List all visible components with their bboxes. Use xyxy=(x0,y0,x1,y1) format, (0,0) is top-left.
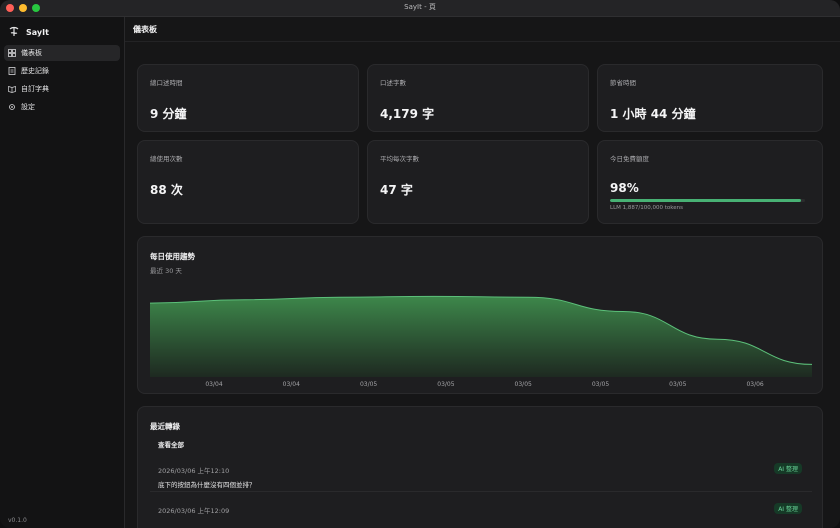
stat-label: 節省時間 xyxy=(610,79,636,87)
stat-label: 口述字數 xyxy=(380,79,406,87)
sidebar-nav: 儀表板 歷史記錄 自訂字典 設定 xyxy=(4,45,120,117)
x-tick-label: 03/06 xyxy=(746,381,763,387)
chart-title: 每日使用趨勢 xyxy=(150,252,195,261)
x-tick-label: 03/05 xyxy=(669,381,686,387)
titlebar: SayIt - 頁 xyxy=(0,0,840,17)
transcription-text: 底下的按鈕為什麼沒有四個並排？ xyxy=(158,481,256,489)
stat-value: 1 小時 44 分鐘 xyxy=(610,107,696,121)
view-all-link[interactable]: 查看全部 xyxy=(158,439,184,449)
ai-badge: AI 整理 xyxy=(774,503,802,514)
app-version: v0.1.0 xyxy=(8,517,27,524)
chart-area xyxy=(150,296,812,377)
ai-badge: AI 整理 xyxy=(774,463,802,474)
sidebar-item-label: 歷史記錄 xyxy=(21,67,49,75)
quota-caption: LLM 1,887/100,000 tokens xyxy=(610,205,683,211)
daily-usage-chart-card: 每日使用趨勢 最近 30 天 03/04 03/04 03/05 03/05 03/05… xyxy=(137,236,823,394)
dashboard-icon xyxy=(8,49,16,57)
stat-value: 9 分鐘 xyxy=(150,107,187,121)
quota-progress-bar xyxy=(610,199,805,202)
stat-card-usage-count: 總使用次數 88 次 xyxy=(137,140,359,224)
transcription-time: 2026/03/06 上午12:10 xyxy=(158,467,230,475)
x-tick-label: 03/05 xyxy=(437,381,454,387)
book-icon xyxy=(8,86,16,93)
x-tick-label: 03/04 xyxy=(283,381,300,387)
sidebar-item-history[interactable]: 歷史記錄 xyxy=(4,63,120,79)
daily-usage-chart: 03/04 03/04 03/05 03/05 03/05 03/05 03/05 03/06 xyxy=(150,295,812,387)
stat-value: 4,179 字 xyxy=(380,107,435,121)
chart-subtitle: 最近 30 天 xyxy=(150,267,182,275)
dashboard-main: 總口述時間 9 分鐘 口述字數 4,179 字 節省時間 1 小時 44 分鐘 … xyxy=(125,42,840,528)
x-tick-label: 03/04 xyxy=(205,381,222,387)
sidebar-item-label: 自訂字典 xyxy=(21,85,49,93)
stat-card-average-words: 平均每次字數 47 字 xyxy=(367,140,589,224)
page-title: 儀表板 xyxy=(133,24,157,34)
stat-card-free-quota: 今日免費額度 98% LLM 1,887/100,000 tokens xyxy=(597,140,823,224)
sidebar-item-label: 儀表板 xyxy=(21,49,42,57)
stat-card-word-count: 口述字數 4,179 字 xyxy=(367,64,589,132)
stat-label: 總使用次數 xyxy=(150,155,183,163)
stat-card-time-saved: 節省時間 1 小時 44 分鐘 xyxy=(597,64,823,132)
quota-progress-fill xyxy=(610,199,802,202)
logo-icon xyxy=(9,26,19,36)
gear-icon xyxy=(9,104,15,110)
x-tick-label: 03/05 xyxy=(592,381,609,387)
history-icon xyxy=(8,67,16,75)
page-header: 儀表板 xyxy=(125,17,840,42)
brand-name: SayIt xyxy=(26,27,49,37)
window-title: SayIt - 頁 xyxy=(404,3,436,11)
x-tick-label: 03/05 xyxy=(515,381,532,387)
stat-value: 88 次 xyxy=(150,183,183,197)
stat-label: 總口述時間 xyxy=(150,79,183,87)
x-tick-label: 03/05 xyxy=(360,381,377,387)
stat-label: 今日免費額度 xyxy=(610,155,649,163)
sidebar-item-label: 設定 xyxy=(21,103,35,111)
stat-value: 47 字 xyxy=(380,183,413,197)
transcription-item[interactable]: 2026/03/06 上午12:09 AI 整理 xyxy=(150,499,812,528)
transcription-item[interactable]: 2026/03/06 上午12:10 底下的按鈕為什麼沒有四個並排？ AI 整理 xyxy=(150,459,812,492)
recent-title: 最近轉錄 xyxy=(150,422,180,431)
sidebar-item-settings[interactable]: 設定 xyxy=(4,99,120,115)
stat-value: 98% xyxy=(610,181,639,195)
sidebar: SayIt 儀表板 歷史記錄 自訂字典 設定 v0.1.0 xyxy=(0,17,125,528)
app-window: SayIt - 頁 SayIt 儀表板 歷史記錄 自訂字典 設定 v0.1.0 … xyxy=(0,0,840,528)
brand: SayIt xyxy=(8,25,49,39)
sidebar-item-dictionary[interactable]: 自訂字典 xyxy=(4,81,120,97)
transcription-time: 2026/03/06 上午12:09 xyxy=(158,507,230,515)
sidebar-item-dashboard[interactable]: 儀表板 xyxy=(4,45,120,61)
stat-label: 平均每次字數 xyxy=(380,155,419,163)
recent-transcriptions-card: 最近轉錄 查看全部 2026/03/06 上午12:10 底下的按鈕為什麼沒有四… xyxy=(137,406,823,528)
stat-card-total-time: 總口述時間 9 分鐘 xyxy=(137,64,359,132)
